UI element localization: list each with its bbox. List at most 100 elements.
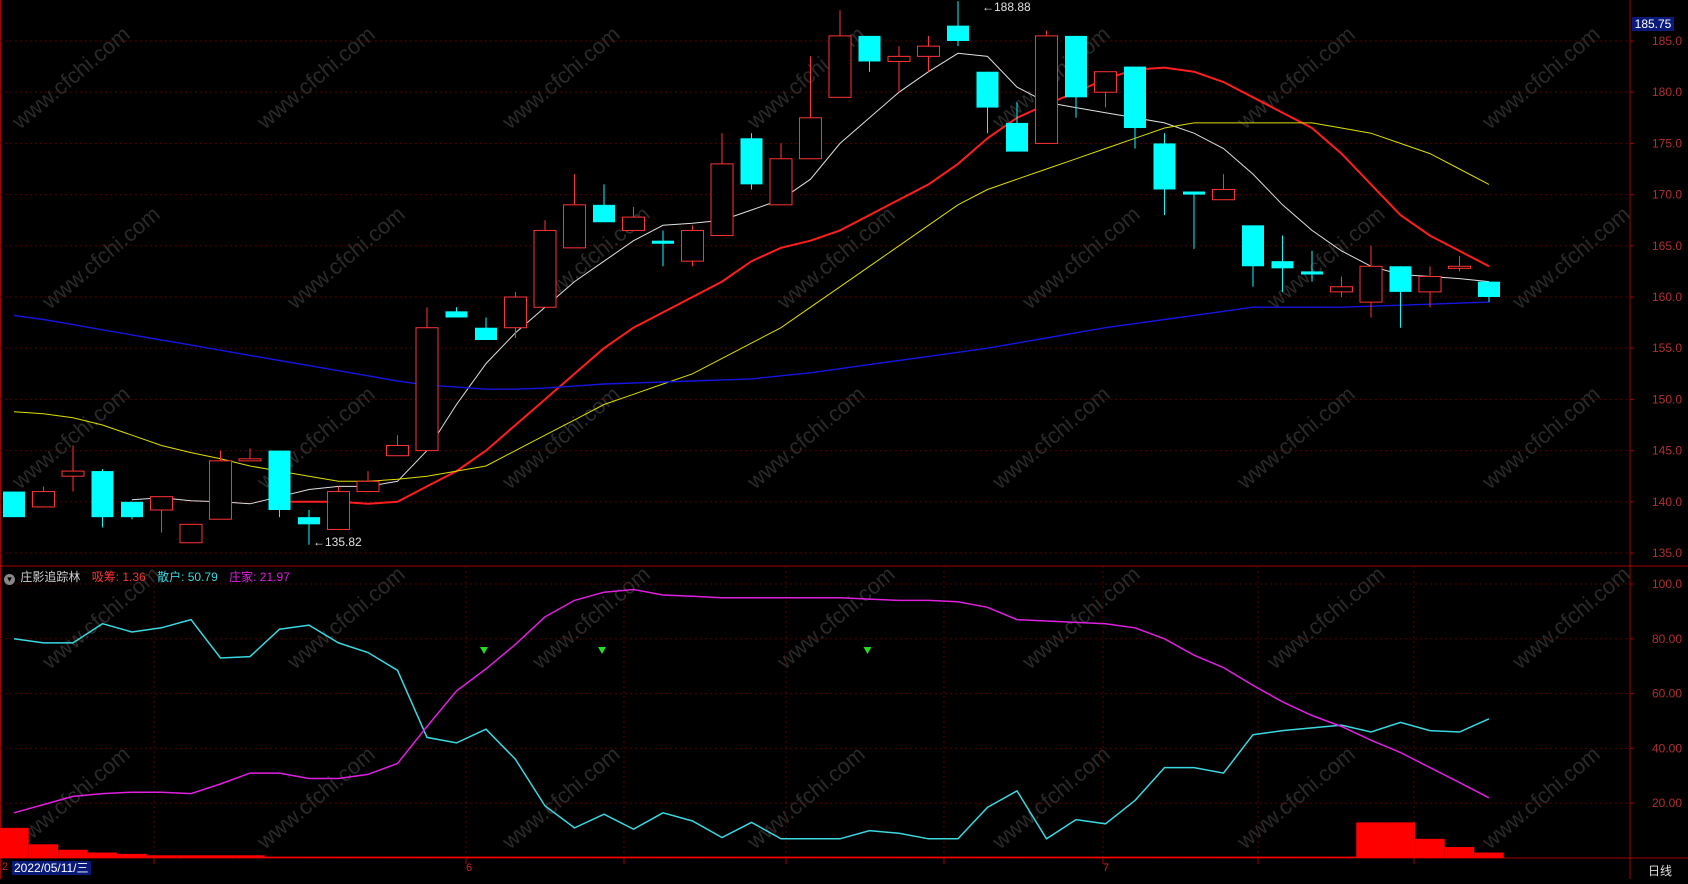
- candle-body-up: [327, 491, 350, 530]
- retail-value: 散户: 50.79: [157, 570, 218, 584]
- watermark-text: www.cfchi.com: [1231, 381, 1359, 494]
- chip-bar: [28, 844, 59, 858]
- cursor-date-label: 2022/05/11/三: [12, 861, 91, 875]
- absorb-value: 吸筹: 1.36: [91, 570, 146, 584]
- candle: [356, 471, 380, 493]
- candle-body-up: [1094, 71, 1117, 93]
- candle-body-down: [91, 471, 114, 518]
- chip-bar: [1267, 856, 1298, 858]
- watermark-text: www.cfchi.com: [986, 381, 1114, 494]
- candle-body-down: [1153, 143, 1176, 190]
- watermark-text: www.cfchi.com: [496, 381, 624, 494]
- chip-bar: [58, 849, 88, 858]
- candle-body-down: [593, 204, 615, 223]
- watermark-text: www.cfchi.com: [1506, 561, 1634, 674]
- watermark-text: www.cfchi.com: [496, 741, 624, 854]
- low-price-marker: ←135.82: [313, 535, 362, 549]
- chip-bar: [1031, 856, 1062, 858]
- candle-body-down: [1065, 35, 1087, 98]
- candle: [681, 225, 704, 267]
- chip-bar: [1356, 822, 1386, 858]
- price-tick-label: 135.0: [1652, 546, 1682, 560]
- candle-body-up: [887, 55, 911, 62]
- candle-body-up: [179, 523, 203, 544]
- indicator-title[interactable]: 庄影追踪林: [20, 570, 80, 584]
- chip-bar: [884, 856, 914, 858]
- chip-bar: [766, 856, 796, 858]
- chip-bar: [412, 856, 442, 858]
- candle: [121, 501, 143, 520]
- candle: [1035, 30, 1058, 144]
- price-tick-label: 180.0: [1652, 85, 1682, 99]
- watermark-text: www.cfchi.com: [251, 741, 379, 854]
- candle: [1094, 71, 1117, 108]
- high-price-marker: ←188.88: [982, 0, 1031, 14]
- low-price-value: 135.82: [325, 535, 362, 549]
- candle: [1065, 35, 1087, 118]
- candle: [1330, 276, 1353, 297]
- candle-body-down: [858, 35, 881, 62]
- candle-body-up: [1330, 286, 1353, 293]
- chip-bar: [1061, 856, 1091, 858]
- candle-body-up: [681, 229, 704, 262]
- candle: [504, 291, 527, 338]
- chip-bar: [235, 855, 265, 858]
- watermark-text: www.cfchi.com: [741, 381, 869, 494]
- candle-body-up: [150, 496, 173, 511]
- chip-bar: [1120, 856, 1150, 858]
- chip-bar: [854, 856, 885, 858]
- candle-body-up: [769, 158, 793, 206]
- indicator-tick-label: 20.00: [1652, 796, 1682, 810]
- candle-body-up: [710, 163, 734, 237]
- candle-body-up: [622, 216, 645, 231]
- candle-body-up: [356, 480, 380, 493]
- candle-body-up: [533, 229, 557, 308]
- chip-bar: [530, 856, 560, 858]
- indicator-tick-label: 60.00: [1652, 687, 1682, 701]
- candle-body-up: [209, 460, 232, 520]
- candle-body-up: [828, 35, 852, 98]
- candle-body-down: [1242, 225, 1264, 267]
- candle-body-up: [563, 204, 586, 249]
- indicator-tick-label: 80.00: [1652, 632, 1682, 646]
- candle: [1418, 266, 1442, 308]
- candle: [828, 10, 852, 98]
- candle: [386, 435, 409, 457]
- watermark-text: www.cfchi.com: [6, 381, 134, 494]
- candle: [947, 1, 969, 47]
- chip-bar: [205, 855, 236, 858]
- candle: [769, 143, 793, 206]
- candle: [710, 133, 734, 237]
- chip-bar: [1179, 856, 1209, 858]
- candle-body-down: [947, 25, 969, 41]
- candle: [1242, 225, 1264, 287]
- candle-body-up: [1212, 188, 1235, 201]
- price-tick-label: 185.0: [1652, 34, 1682, 48]
- chip-bar: [1208, 856, 1239, 858]
- signal-marker-icon: [598, 647, 606, 654]
- candle-body-down: [1389, 266, 1412, 292]
- chip-bar: [707, 856, 737, 858]
- candle: [268, 450, 291, 518]
- candle: [1212, 174, 1235, 201]
- chip-bar: [382, 856, 413, 858]
- watermark-text: www.cfchi.com: [496, 21, 624, 134]
- left-edge-mark: 2: [2, 861, 9, 873]
- chart-stage[interactable]: www.cfchi.com www.cfchi.com www.cfchi.com w…: [0, 0, 1688, 879]
- watermark-text: www.cfchi.com: [771, 561, 899, 674]
- watermark-text: www.cfchi.com: [6, 21, 134, 134]
- candle-body-down: [1478, 281, 1500, 297]
- chip-bar: [117, 853, 147, 858]
- candle: [858, 35, 881, 72]
- candle: [1389, 266, 1412, 328]
- candle: [179, 523, 203, 544]
- chip-bar: [648, 856, 678, 858]
- period-label[interactable]: 日线: [1648, 862, 1672, 879]
- chip-bar: [736, 856, 767, 858]
- chip-bar: [1090, 856, 1121, 858]
- stock-chart-svg: www.cfchi.com www.cfchi.com www.cfchi.com w…: [0, 0, 1688, 879]
- candle-body-down: [1006, 122, 1028, 152]
- candle-body-up: [32, 491, 55, 508]
- price-tick-label: 170.0: [1652, 188, 1682, 202]
- indicator-toggle-icon[interactable]: ▾: [4, 574, 15, 585]
